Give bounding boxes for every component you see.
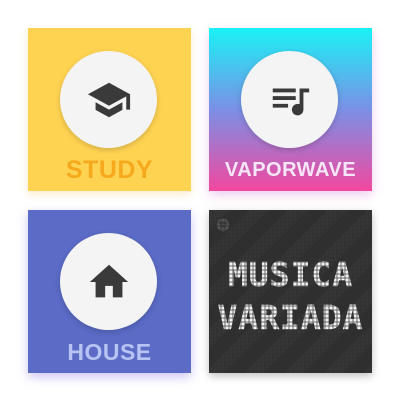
playlist-title-line2: VARIADA — [217, 298, 364, 337]
playlist-tile-study[interactable]: STUDY — [28, 28, 191, 191]
icon-circle — [241, 51, 338, 148]
playlist-music-icon — [272, 88, 309, 115]
graduation-cap-icon — [87, 82, 130, 117]
playlist-tile-house[interactable]: HOUSE — [28, 210, 191, 373]
icon-circle — [60, 51, 157, 148]
playlist-label: VAPORWAVE — [224, 159, 357, 181]
playlist-label: HOUSE — [67, 339, 152, 365]
playlist-label: STUDY — [65, 156, 154, 184]
playlist-tile-musica-variada[interactable]: MUSICA VARIADA — [209, 210, 372, 373]
icon-circle — [60, 233, 157, 330]
home-icon — [89, 264, 128, 297]
playlist-tile-vaporwave[interactable]: VAPORWAVE — [209, 28, 372, 191]
playlist-grid: STUDY VAPORWAVE HOUSE MUSICA VARIADA — [0, 0, 400, 400]
spotify-icon — [216, 218, 230, 232]
playlist-title-line1: MUSICA — [227, 255, 354, 294]
